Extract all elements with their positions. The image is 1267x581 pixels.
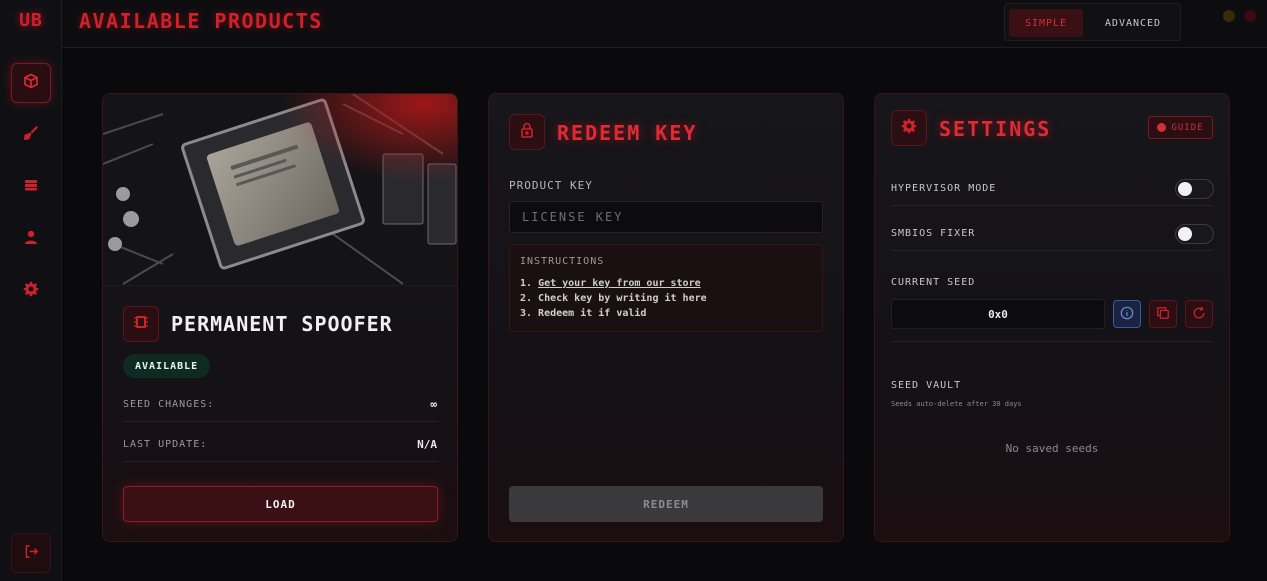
last-update-label: LAST UPDATE:: [123, 439, 208, 450]
page-title: AVAILABLE PRODUCTS: [79, 9, 323, 33]
user-icon: [23, 229, 39, 249]
settings-icon-box: [891, 110, 927, 146]
redeem-button[interactable]: REDEEM: [509, 486, 823, 522]
memory-icon: [23, 177, 39, 197]
instructions-box: INSTRUCTIONS 1. Get your key from our st…: [509, 244, 823, 332]
guide-label: GUIDE: [1171, 122, 1204, 133]
license-key-input[interactable]: [509, 201, 823, 233]
product-name: PERMANENT SPOOFER: [171, 312, 393, 336]
current-seed-value: 0x0: [891, 299, 1105, 329]
sidebar: UB: [0, 0, 62, 581]
seed-vault-empty: No saved seeds: [1005, 442, 1099, 455]
guide-button[interactable]: GUIDE: [1148, 116, 1213, 139]
mode-simple-button[interactable]: SIMPLE: [1009, 9, 1083, 37]
nav-hardware[interactable]: [11, 167, 51, 207]
nav-cleaner[interactable]: [11, 115, 51, 155]
info-icon: [1120, 305, 1134, 324]
load-button[interactable]: LOAD: [123, 486, 438, 522]
product-key-label: PRODUCT KEY: [509, 179, 593, 192]
nav-settings[interactable]: [11, 271, 51, 311]
close-button[interactable]: [1244, 10, 1256, 22]
memory-icon: [133, 314, 149, 334]
divider: [891, 205, 1213, 206]
gear-icon: [901, 118, 917, 138]
instruction-step-1: 1. Get your key from our store: [520, 276, 812, 291]
seed-changes-value: ∞: [430, 398, 437, 411]
smbios-fixer-toggle[interactable]: [1175, 224, 1214, 244]
redeem-card: REDEEM KEY PRODUCT KEY INSTRUCTIONS 1. G…: [488, 93, 844, 542]
seed-changes-label: SEED CHANGES:: [123, 399, 215, 410]
logout-icon: [24, 544, 39, 563]
app-logo: UB: [19, 10, 43, 31]
gear-icon: [23, 281, 39, 301]
hypervisor-mode-label: HYPERVISOR MODE: [891, 183, 997, 194]
instructions-title: INSTRUCTIONS: [520, 256, 605, 267]
product-card: PERMANENT SPOOFER AVAILABLE SEED CHANGES…: [102, 93, 458, 542]
logout-button[interactable]: [11, 533, 51, 573]
nav-products[interactable]: [11, 63, 51, 103]
broom-icon: [23, 125, 39, 145]
seed-refresh-button[interactable]: [1185, 300, 1213, 328]
redeem-title: REDEEM KEY: [557, 121, 698, 145]
minimize-button[interactable]: [1223, 10, 1235, 22]
lock-icon: [519, 122, 535, 142]
mode-advanced-button[interactable]: ADVANCED: [1093, 9, 1173, 37]
store-link[interactable]: Get your key from our store: [538, 278, 701, 289]
redeem-icon-box: [509, 114, 545, 150]
top-bar: AVAILABLE PRODUCTS SIMPLE ADVANCED: [62, 0, 1267, 48]
smbios-fixer-label: SMBIOS FIXER: [891, 228, 976, 239]
instruction-step-3: 3. Redeem it if valid: [520, 308, 647, 319]
mode-switch: SIMPLE ADVANCED: [1004, 3, 1181, 41]
toggle-knob: [1178, 182, 1192, 196]
nav-account[interactable]: [11, 219, 51, 259]
hypervisor-mode-toggle[interactable]: [1175, 179, 1214, 199]
divider: [891, 341, 1213, 342]
seed-copy-button[interactable]: [1149, 300, 1177, 328]
seed-vault-subtitle: Seeds auto-delete after 30 days: [891, 400, 1022, 408]
product-icon-box: [123, 306, 159, 342]
cube-icon: [23, 73, 39, 93]
divider: [891, 250, 1213, 251]
settings-title: SETTINGS: [939, 117, 1052, 141]
divider: [123, 461, 439, 462]
current-seed-label: CURRENT SEED: [891, 277, 976, 288]
info-dot-icon: [1157, 123, 1167, 132]
copy-icon: [1156, 305, 1170, 324]
settings-card: SETTINGS GUIDE HYPERVISOR MODE SMBIOS FI…: [874, 93, 1230, 542]
seed-vault-title: SEED VAULT: [891, 380, 962, 391]
last-update-value: N/A: [417, 438, 437, 451]
product-image: [103, 94, 457, 286]
toggle-knob: [1178, 227, 1192, 241]
seed-info-button[interactable]: [1113, 300, 1141, 328]
divider: [123, 421, 439, 422]
refresh-icon: [1192, 305, 1206, 324]
step-number: 1.: [520, 278, 539, 289]
status-badge: AVAILABLE: [123, 354, 211, 378]
instruction-step-2: 2. Check key by writing it here: [520, 293, 707, 304]
